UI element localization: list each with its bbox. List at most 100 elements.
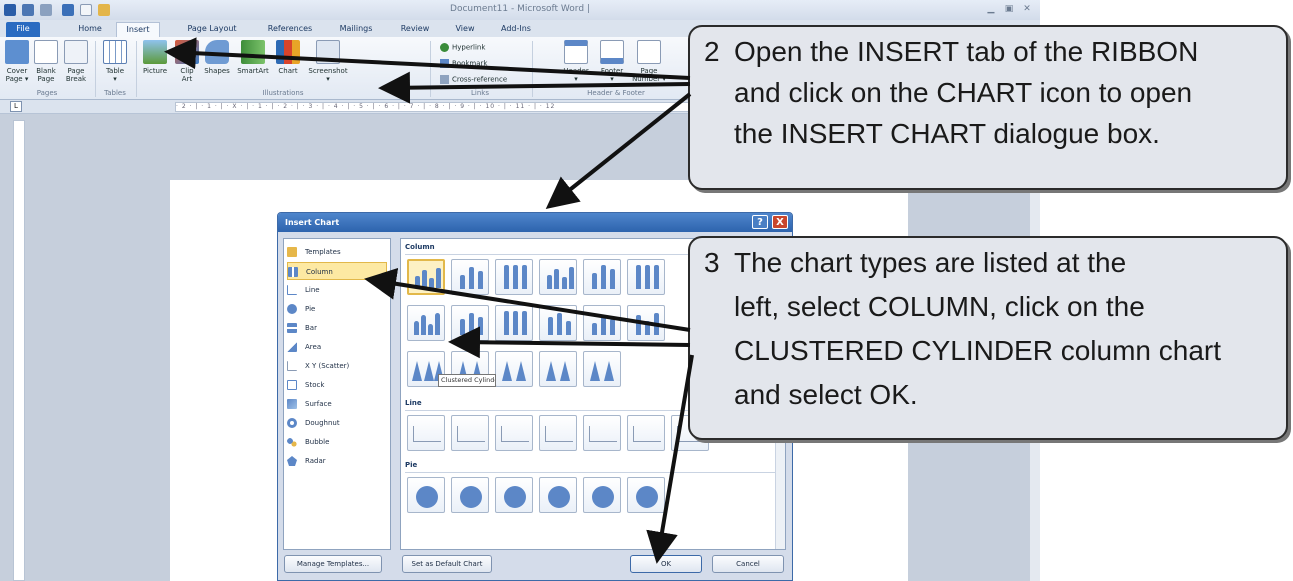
picture-icon [143,40,167,64]
screenshot-button[interactable]: Screenshot ▾ [304,40,352,83]
chart-type-stock[interactable]: Stock [287,376,387,394]
blank-page-label: Blank [36,67,56,75]
chart-type-bubble[interactable]: Bubble [287,433,387,451]
pie-chart-icon [460,486,482,508]
tab-mailings[interactable]: Mailings [332,22,380,37]
chart-type-label: Stock [305,381,325,389]
dialog-title-bar: Insert Chart ? X [278,213,792,232]
chart-type-area[interactable]: Area [287,338,387,356]
chart-thumb-3d-cone[interactable] [539,351,577,387]
minimize-button[interactable]: ▁ [985,3,997,15]
vertical-ruler[interactable] [13,120,25,581]
header-button[interactable]: Header ▾ [560,40,592,83]
help-button[interactable]: ? [752,215,768,229]
chart-thumb-pie-of-pie[interactable] [495,477,533,513]
close-button[interactable]: ✕ [1021,3,1033,15]
chart-button[interactable]: Chart [274,40,302,75]
chart-thumb-bar-of-pie[interactable] [627,477,665,513]
page-break-icon [64,40,88,64]
tooltip: Clustered Cylinder [438,374,496,387]
chart-thumb-line[interactable] [407,415,445,451]
chart-thumb-3d-cylinder[interactable] [539,305,577,341]
tab-file[interactable]: File [6,22,40,37]
chart-thumb-100-stacked-cylinder[interactable] [495,305,533,341]
ok-button[interactable]: OK [630,555,702,573]
set-default-chart-button[interactable]: Set as Default Chart [402,555,492,573]
blank-page-button[interactable]: Blank Page [33,40,59,83]
chart-thumb-stacked-cone[interactable] [627,305,665,341]
doughnut-chart-icon [287,418,297,428]
stock-chart-icon [287,380,297,390]
chart-thumb-3d-exploded-pie[interactable] [583,477,621,513]
chart-thumb-clustered-cylinder[interactable] [407,305,445,341]
page-number-button[interactable]: Page Number ▾ [630,40,668,83]
chart-type-doughnut[interactable]: Doughnut [287,414,387,432]
chart-thumb-clustered-cone[interactable] [583,305,621,341]
chart-thumb-stacked-cylinder[interactable] [451,305,489,341]
chart-thumb-pie[interactable] [407,477,445,513]
chart-thumb-line-markers[interactable] [539,415,577,451]
chart-type-pie[interactable]: Pie [287,300,387,318]
chart-thumb-100-line-markers[interactable] [627,415,665,451]
chart-type-surface[interactable]: Surface [287,395,387,413]
restore-button[interactable]: ▣ [1003,3,1015,15]
tab-insert[interactable]: Insert [116,22,160,37]
chart-type-label: Radar [305,457,326,465]
clip-art-button[interactable]: Clip Art [174,40,200,83]
screenshot-label: Screenshot [308,67,348,75]
chart-type-radar[interactable]: Radar [287,452,387,470]
tab-review[interactable]: Review [394,22,436,37]
chart-thumb-stacked-line-markers[interactable] [583,415,621,451]
chart-thumb-3d-pyramid[interactable] [583,351,621,387]
tab-view[interactable]: View [448,22,482,37]
callout-step-2-line: and click on the CHART icon to open [734,77,1193,108]
bookmark-button[interactable]: Bookmark [440,59,487,68]
shapes-button[interactable]: Shapes [202,40,232,75]
line-chart-icon [457,426,485,442]
chart-thumb-exploded-pie[interactable] [539,477,577,513]
manage-templates-button[interactable]: Manage Templates... [284,555,382,573]
callout-step-3-line: CLUSTERED CYLINDER column chart [734,335,1222,366]
chart-thumb-stacked-line[interactable] [451,415,489,451]
chart-type-bar[interactable]: Bar [287,319,387,337]
chart-thumb-clustered-column[interactable] [407,259,445,295]
bubble-chart-icon [287,437,297,447]
group-separator [136,41,137,97]
tab-home[interactable]: Home [70,22,110,37]
bookmark-label: Bookmark [452,59,488,68]
tab-page-layout[interactable]: Page Layout [182,22,242,37]
cancel-button[interactable]: Cancel [712,555,784,573]
line-chart-icon [633,426,661,442]
chart-thumb-100-stacked-column[interactable] [495,259,533,295]
picture-button[interactable]: Picture [138,40,172,75]
chart-thumb-3d-stacked-column[interactable] [583,259,621,295]
dialog-close-button[interactable]: X [772,215,788,229]
chart-type-templates[interactable]: Templates [287,243,387,261]
tab-references[interactable]: References [262,22,318,37]
tab-add-ins[interactable]: Add-Ins [494,22,538,37]
tab-selector[interactable]: L [10,101,22,112]
chart-thumb-3d-pie[interactable] [451,477,489,513]
cover-page-button[interactable]: Cover Page ▾ [4,40,30,83]
footer-button[interactable]: Footer ▾ [596,40,628,83]
header-dropdown: ▾ [574,75,578,83]
chart-thumb-100-stacked-pyramid[interactable] [495,351,533,387]
globe-icon [440,43,449,52]
chart-type-label: Line [305,286,320,294]
hyperlink-button[interactable]: Hyperlink [440,43,485,52]
smartart-button[interactable]: SmartArt [234,40,272,75]
chart-thumb-3d-100-stacked-column[interactable] [627,259,665,295]
chart-type-line[interactable]: Line [287,281,387,299]
chart-thumb-stacked-column[interactable] [451,259,489,295]
chart-type-label: Surface [305,400,332,408]
page-break-button[interactable]: Page Break [63,40,89,83]
chart-type-column[interactable]: Column [287,262,387,280]
chart-type-scatter[interactable]: X Y (Scatter) [287,357,387,375]
page-number-icon [637,40,661,64]
chart-thumb-100-stacked-line[interactable] [495,415,533,451]
horizontal-ruler[interactable]: · 2 · | · 1 · | · X · | · 1 · | · 2 · | … [175,102,695,112]
cross-reference-button[interactable]: Cross-reference [440,75,507,84]
callout-step-2-line: the INSERT CHART dialogue box. [734,118,1160,149]
chart-thumb-3d-clustered-column[interactable] [539,259,577,295]
table-button[interactable]: Table ▾ [100,40,130,83]
